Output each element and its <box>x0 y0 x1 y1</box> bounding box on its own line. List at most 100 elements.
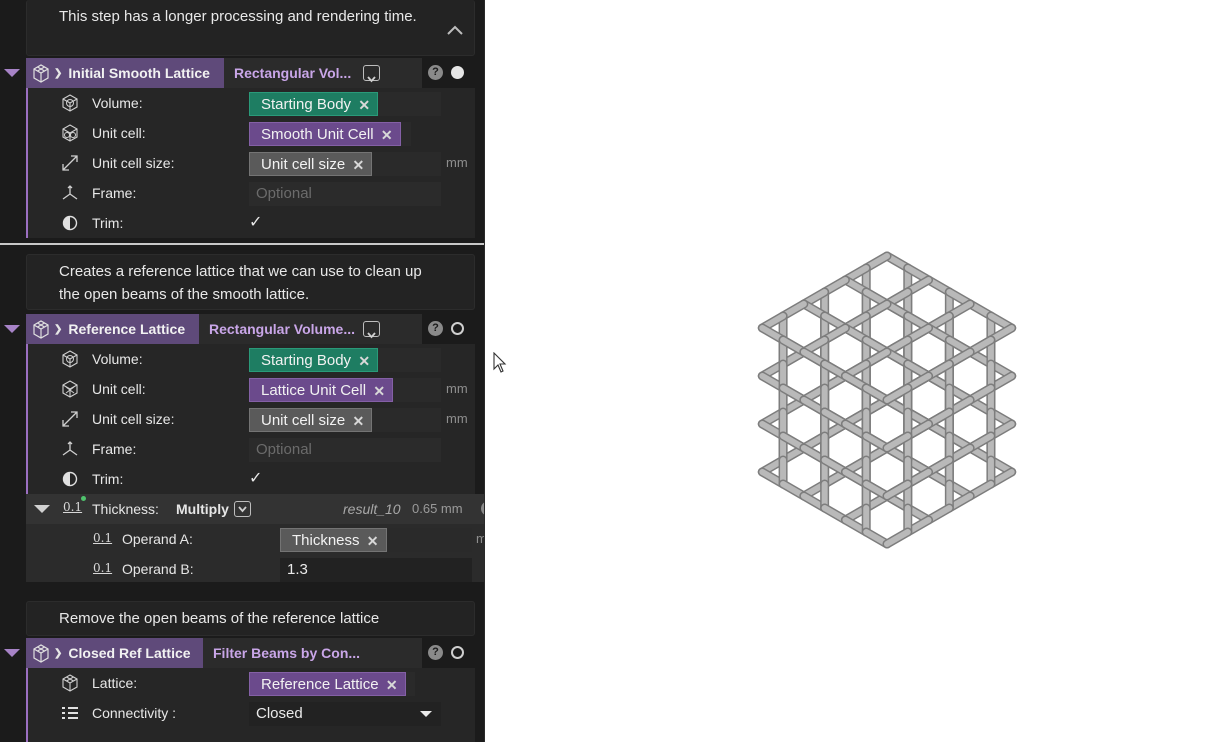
help-icon[interactable]: ? <box>428 65 443 80</box>
comment-block-2[interactable]: Creates a reference lattice that we can … <box>26 254 475 310</box>
trim-checkbox[interactable]: ✓ <box>249 215 265 231</box>
help-icon[interactable]: ? <box>428 321 443 336</box>
volume-icon <box>62 94 78 112</box>
close-icon[interactable]: ✕ <box>367 529 379 553</box>
operand-a-field[interactable]: Thickness ✕ <box>280 528 472 552</box>
block-name[interactable]: ❯ Initial Smooth Lattice <box>26 58 224 88</box>
status-green-dot <box>81 496 86 501</box>
comment-text: Remove the open beams of the reference l… <box>59 610 380 627</box>
frame-input[interactable]: Optional <box>249 438 441 462</box>
number-icon: 0.1 <box>93 531 113 545</box>
block-type-select[interactable]: Rectangular Volume... <box>199 314 422 344</box>
lattice-icon <box>33 320 49 339</box>
close-icon[interactable]: ✕ <box>358 93 370 117</box>
input-chip[interactable]: Unit cell size ✕ <box>249 152 373 177</box>
unit-cell-size-field[interactable]: Unit cell size ✕ <box>249 408 441 432</box>
operand-b-input[interactable]: 1.3 <box>280 558 472 582</box>
lattice-field[interactable]: Reference Lattice ✕ <box>249 672 415 696</box>
chevron-down-icon[interactable]: ❯ <box>54 648 62 659</box>
result-name: result_10 <box>343 501 401 517</box>
frame-axes-icon <box>62 441 78 456</box>
close-icon[interactable]: ✕ <box>358 349 370 373</box>
comment-text: This step has a longer processing and re… <box>59 8 417 25</box>
input-chip[interactable]: Reference Lattice ✕ <box>249 672 406 696</box>
list-icon <box>62 707 78 719</box>
divider <box>0 243 485 245</box>
number-icon: 0.1 <box>93 561 113 575</box>
field-label: Trim: <box>92 471 124 487</box>
block-header[interactable]: ❯ Initial Smooth Lattice Rectangular Vol… <box>0 58 475 88</box>
operation-select[interactable]: Multiply <box>176 494 229 524</box>
input-chip[interactable]: Unit cell size ✕ <box>249 408 373 433</box>
volume-field[interactable]: Starting Body ✕ <box>249 348 441 372</box>
close-icon[interactable]: ✕ <box>386 673 398 697</box>
volume-field[interactable]: Starting Body ✕ <box>249 92 441 116</box>
input-chip[interactable]: Starting Body ✕ <box>249 92 379 117</box>
input-chip[interactable]: Lattice Unit Cell ✕ <box>249 378 394 403</box>
input-chip[interactable]: Starting Body ✕ <box>249 348 379 373</box>
block-name[interactable]: ❯ Reference Lattice <box>26 314 199 344</box>
unit-cell-field[interactable]: Lattice Unit Cell ✕ <box>249 378 441 402</box>
input-chip[interactable]: Smooth Unit Cell ✕ <box>249 122 401 146</box>
number-icon: 0.1 <box>63 500 83 514</box>
3d-viewport[interactable] <box>485 0 1222 742</box>
collapse-triangle-icon[interactable] <box>4 69 20 77</box>
row-unit-cell-size: Unit cell size: Unit cell size ✕ mm <box>0 404 475 434</box>
field-label: Operand B: <box>122 561 194 577</box>
block-name[interactable]: ❯ Closed Ref Lattice <box>26 638 203 668</box>
dropdown-icon[interactable] <box>234 501 251 517</box>
close-icon[interactable]: ✕ <box>352 409 364 433</box>
thickness-header[interactable]: 0.1 Thickness: Multiply result_10 0.65 m… <box>26 494 485 524</box>
comment-block-3[interactable]: Remove the open beams of the reference l… <box>26 601 475 636</box>
row-unit-cell: Unit cell: Smooth Unit Cell ✕ <box>0 118 475 148</box>
collapse-triangle-icon[interactable] <box>4 649 20 657</box>
block-name-label: Initial Smooth Lattice <box>68 65 210 81</box>
chip-label: Thickness <box>292 532 360 549</box>
lattice-icon <box>33 644 49 663</box>
field-label: Unit cell: <box>92 125 146 141</box>
comment-block-1[interactable]: This step has a longer processing and re… <box>26 0 475 56</box>
status-dot-icon[interactable] <box>451 66 464 79</box>
unit-cell-size-field[interactable]: Unit cell size ✕ <box>249 152 441 176</box>
block-type-select[interactable]: Filter Beams by Con... <box>203 638 422 668</box>
field-label: Volume: <box>92 351 143 367</box>
connectivity-select[interactable]: Closed <box>249 702 441 726</box>
block-header[interactable]: ❯ Closed Ref Lattice Filter Beams by Con… <box>0 638 475 668</box>
dropdown-icon[interactable] <box>363 65 380 83</box>
trim-half-circle-icon <box>62 215 78 231</box>
block-header[interactable]: ❯ Reference Lattice Rectangular Volume..… <box>0 314 475 344</box>
unit-cell-icon <box>62 380 78 398</box>
unit-cell-field[interactable]: Smooth Unit Cell ✕ <box>249 122 411 146</box>
block-name-label: Closed Ref Lattice <box>68 645 191 661</box>
collapse-triangle-icon[interactable] <box>4 325 20 333</box>
field-label: Trim: <box>92 215 124 231</box>
field-label: Thickness: <box>92 501 159 517</box>
row-trim: Trim: ✓ <box>0 464 475 494</box>
row-operand-a: 0.1 Operand A: Thickness✕ mm <box>26 524 485 554</box>
collapse-triangle-icon[interactable] <box>34 505 50 513</box>
block-type-select[interactable]: Rectangular Vol... <box>224 58 422 88</box>
thickness-subblock: 0.1 Thickness: Multiply result_10 0.65 m… <box>26 494 485 582</box>
unit-label: mm <box>446 381 468 396</box>
help-icon[interactable]: ? <box>428 645 443 660</box>
close-icon[interactable]: ✕ <box>352 153 364 177</box>
chevron-down-icon[interactable]: ❯ <box>54 324 62 335</box>
workflow-panel: This step has a longer processing and re… <box>0 0 485 742</box>
trim-checkbox[interactable]: ✓ <box>249 471 265 487</box>
input-chip[interactable]: Thickness ✕ <box>280 528 387 552</box>
close-icon[interactable]: ✕ <box>373 379 385 403</box>
close-icon[interactable]: ✕ <box>381 123 393 147</box>
status-dot-icon[interactable] <box>451 322 464 335</box>
frame-input[interactable]: Optional <box>249 182 441 206</box>
dropdown-arrow-icon[interactable] <box>419 710 433 718</box>
status-dot-icon[interactable] <box>451 646 464 659</box>
lattice-icon <box>33 64 49 83</box>
chevron-down-icon[interactable]: ❯ <box>54 68 62 79</box>
chevron-up-icon[interactable] <box>446 24 464 36</box>
trim-half-circle-icon <box>62 471 78 487</box>
dropdown-icon[interactable] <box>363 321 380 339</box>
unit-label: mm <box>446 411 468 426</box>
row-trim: Trim: ✓ <box>0 208 475 238</box>
row-connectivity: Connectivity : Closed <box>0 698 475 728</box>
field-label: Lattice: <box>92 675 138 691</box>
